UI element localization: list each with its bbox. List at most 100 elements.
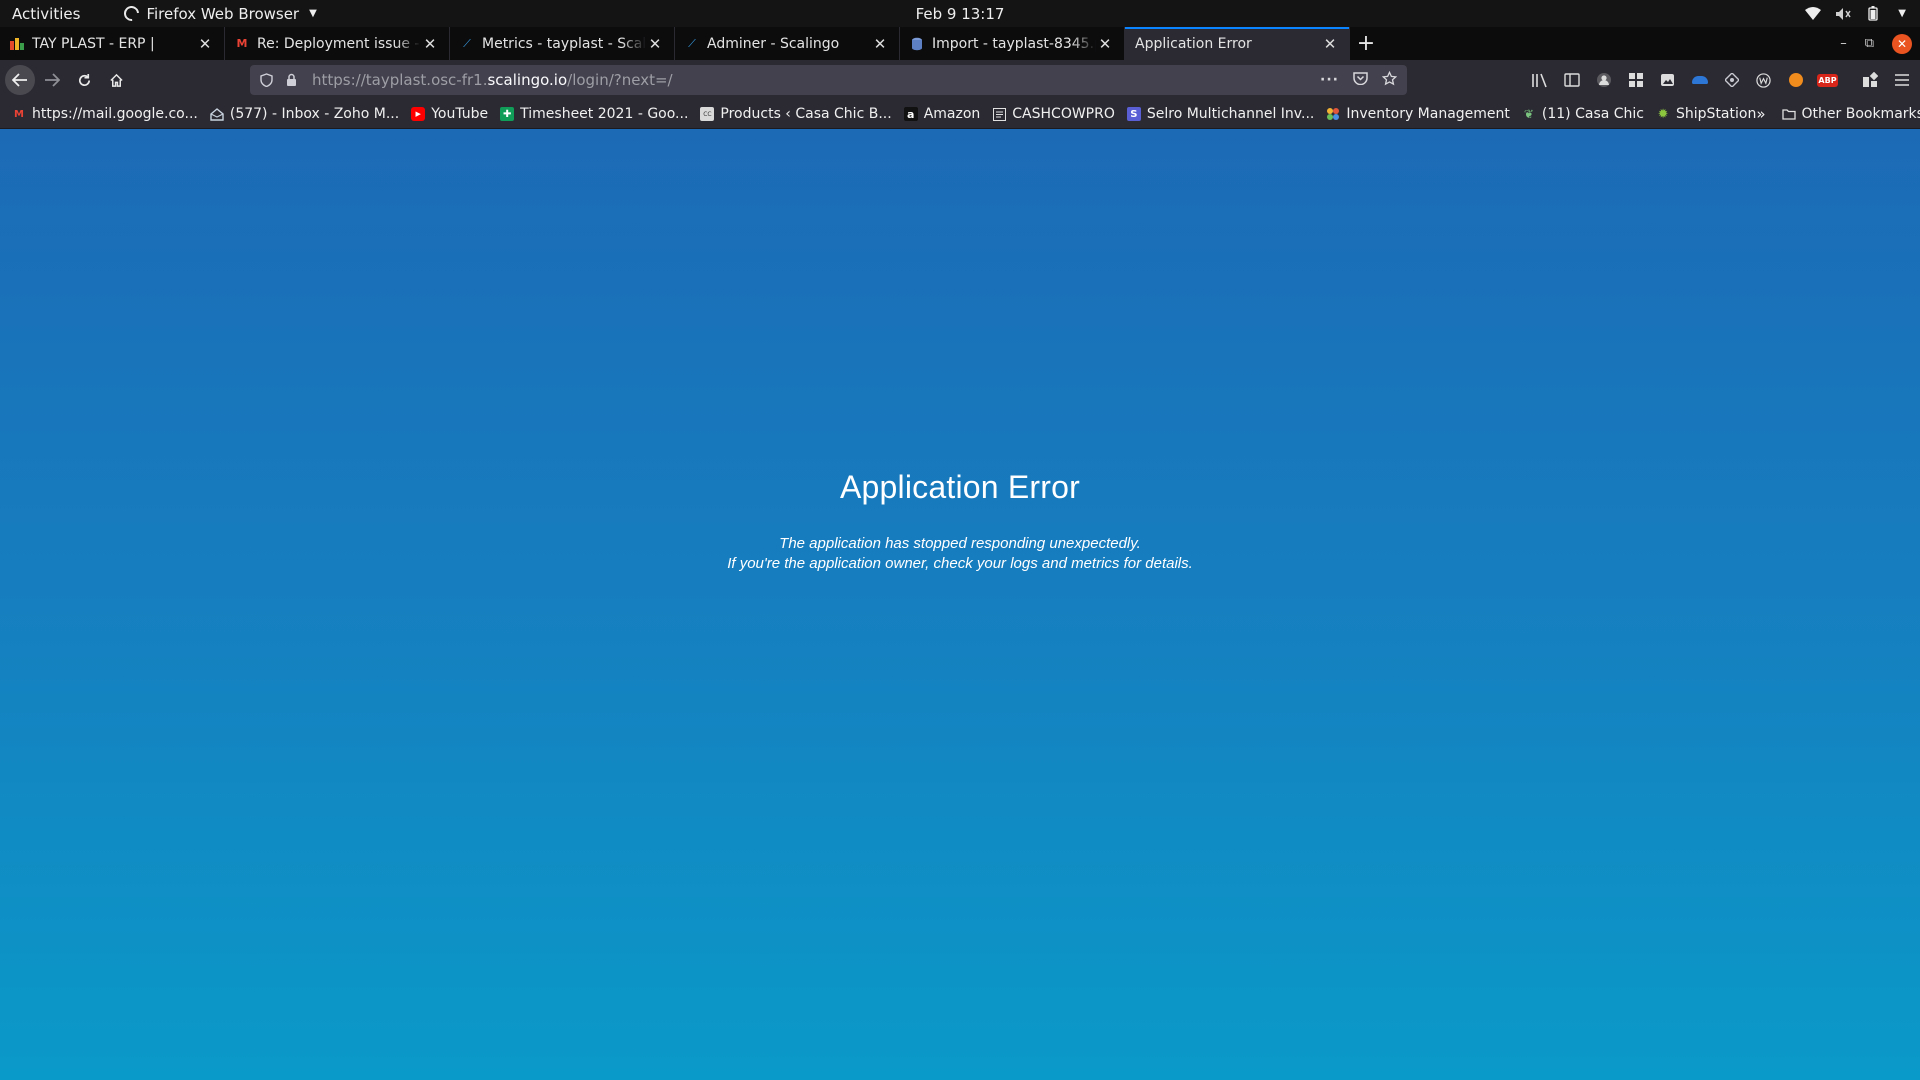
selro-icon: S (1126, 107, 1141, 121)
tab-title: Application Error (1135, 35, 1252, 52)
error-message: The application has stopped responding u… (0, 534, 1920, 574)
close-tab-icon[interactable]: ✕ (1321, 35, 1339, 53)
tracking-protection-shield-icon[interactable] (260, 73, 274, 88)
amazon-icon: a (903, 107, 918, 121)
grid-extension-icon[interactable] (1626, 71, 1645, 90)
w-extension-icon[interactable] (1754, 71, 1773, 90)
bookmark-label: YouTube (431, 106, 489, 122)
new-tab-button[interactable]: + (1350, 27, 1382, 60)
app-menu-label: Firefox Web Browser (146, 4, 300, 23)
system-menu-chevron-icon: ▼ (1898, 8, 1906, 19)
back-button[interactable] (5, 65, 35, 95)
url-prefix: https://tayplast.osc-fr1. (312, 71, 488, 89)
tab-metrics[interactable]: ⟋ Metrics - tayplast - Scalin ✕ (450, 27, 675, 60)
casa-chic-icon: CC (700, 107, 715, 121)
shipstation-icon: ✹ (1657, 106, 1669, 122)
bookmark-star-icon[interactable] (1381, 70, 1398, 90)
close-tab-icon[interactable]: ✕ (421, 35, 439, 53)
sidebar-icon[interactable] (1562, 71, 1581, 90)
bookmark-zoho-inbox[interactable]: (577) - Inbox - Zoho M... (210, 106, 399, 122)
page-actions-menu-icon[interactable]: ··· (1320, 72, 1339, 88)
extensions-puzzle-icon[interactable] (1860, 71, 1879, 90)
bookmark-label: Inventory Management (1346, 106, 1510, 122)
close-tab-icon[interactable]: ✕ (196, 35, 214, 53)
error-message-line-2: If you're the application owner, check y… (727, 555, 1193, 572)
url-host: scalingo.io (487, 71, 568, 89)
profile-extension-icon[interactable] (1594, 71, 1613, 90)
other-bookmarks-folder[interactable]: Other Bookmarks (1781, 106, 1920, 122)
bookmark-cashcowpro[interactable]: CASHCOWPRO (992, 106, 1115, 122)
library-icon[interactable] (1530, 71, 1549, 90)
bookmarks-overflow: » Other Bookmarks (1756, 105, 1920, 123)
close-window-icon[interactable]: ✕ (1892, 33, 1912, 54)
bookmark-gmail[interactable]: M https://mail.google.co... (12, 106, 198, 122)
diamond-extension-icon[interactable] (1722, 71, 1741, 90)
battery-icon (1865, 6, 1881, 21)
tab-adminer[interactable]: ⟋ Adminer - Scalingo ✕ (675, 27, 900, 60)
tab-title: TAY PLAST - ERP | (32, 35, 155, 52)
error-message-line-1: The application has stopped responding u… (779, 535, 1141, 552)
forward-button[interactable] (37, 65, 67, 95)
bookmark-label: (577) - Inbox - Zoho M... (229, 106, 400, 122)
bookmark-inventory-management[interactable]: Inventory Management (1326, 106, 1510, 122)
system-tray[interactable]: ▼ (1805, 6, 1906, 21)
hamburger-menu-icon[interactable] (1892, 71, 1911, 90)
app-menu[interactable]: Firefox Web Browser ▼ (121, 2, 317, 25)
address-bar[interactable]: https://tayplast.osc-fr1.scalingo.io/log… (250, 65, 1407, 95)
lock-icon[interactable] (286, 73, 300, 87)
tab-deployment-issue[interactable]: M Re: Deployment issue - m ✕ (225, 27, 450, 60)
bookmark-label: ShipStation (1676, 106, 1757, 122)
toolbar-extensions: ABP (1530, 71, 1911, 90)
window-controls: – ⧉ ✕ (1840, 27, 1920, 60)
url-actions: ··· (1320, 70, 1398, 90)
cashcowpro-icon (992, 107, 1006, 121)
tab-title: Metrics - tayplast - Scalin (482, 35, 646, 52)
bookmark-timesheet[interactable]: ✚ Timesheet 2021 - Goo... (500, 106, 688, 122)
orange-extension-icon[interactable] (1786, 71, 1805, 90)
tab-title: Import - tayplast-8345.p (932, 35, 1096, 52)
bookmark-youtube[interactable]: ▶ YouTube (411, 106, 488, 122)
bookmark-products-casa-chic[interactable]: CC Products ‹ Casa Chic B... (700, 106, 892, 122)
chevron-down-icon: ▼ (309, 8, 317, 19)
url-text[interactable]: https://tayplast.osc-fr1.scalingo.io/log… (312, 71, 673, 89)
page-content: Application Error The application has st… (0, 129, 1920, 1080)
bookmarks-toolbar: M https://mail.google.co... (577) - Inbo… (0, 100, 1920, 129)
close-tab-icon[interactable]: ✕ (1096, 35, 1114, 53)
chevron-double-right-icon[interactable]: » (1756, 105, 1765, 123)
scalingo-icon: ⟋ (463, 36, 471, 50)
bookmark-label: https://mail.google.co... (32, 106, 198, 122)
bookmark-label: CASHCOWPRO (1012, 106, 1115, 122)
adblock-plus-icon[interactable]: ABP (1817, 71, 1838, 90)
bookmark-label: Timesheet 2021 - Goo... (520, 106, 689, 122)
folder-icon (1781, 107, 1796, 121)
activities-button[interactable]: Activities (12, 5, 80, 23)
firefox-icon (121, 2, 143, 25)
zoho-mail-icon (210, 107, 224, 121)
tab-import[interactable]: Import - tayplast-8345.p ✕ (900, 27, 1125, 60)
restore-icon[interactable]: ⧉ (1865, 36, 1874, 51)
close-tab-icon[interactable]: ✕ (871, 35, 889, 53)
tab-erp[interactable]: TAY PLAST - ERP | ✕ (0, 27, 225, 60)
bookmark-shipstation[interactable]: ✹ ShipStation (1656, 106, 1757, 122)
reload-button[interactable] (69, 65, 99, 95)
clock[interactable]: Feb 9 13:17 (916, 5, 1005, 23)
photo-extension-icon[interactable] (1658, 71, 1677, 90)
bookmark-casa-chic[interactable]: ❦ (11) Casa Chic (1522, 106, 1644, 122)
blue-extension-icon[interactable] (1690, 71, 1709, 90)
bookmark-selro[interactable]: S Selro Multichannel Inv... (1126, 106, 1314, 122)
bookmark-label: Amazon (923, 106, 981, 122)
minimize-icon[interactable]: – (1840, 36, 1847, 51)
database-icon (910, 37, 924, 51)
close-tab-icon[interactable]: ✕ (646, 35, 664, 53)
url-path: /login/?next=/ (567, 71, 673, 89)
tab-title: Re: Deployment issue - m (257, 35, 421, 52)
pocket-icon[interactable] (1353, 71, 1368, 89)
navigation-toolbar: https://tayplast.osc-fr1.scalingo.io/log… (0, 60, 1920, 100)
tab-application-error[interactable]: Application Error ✕ (1125, 27, 1350, 60)
gmail-icon: M (236, 37, 248, 50)
bookmark-label: Products ‹ Casa Chic B... (720, 106, 892, 122)
home-button[interactable] (101, 65, 131, 95)
bookmark-label: Other Bookmarks (1801, 106, 1920, 122)
wifi-icon (1805, 7, 1822, 21)
bookmark-amazon[interactable]: a Amazon (903, 106, 981, 122)
